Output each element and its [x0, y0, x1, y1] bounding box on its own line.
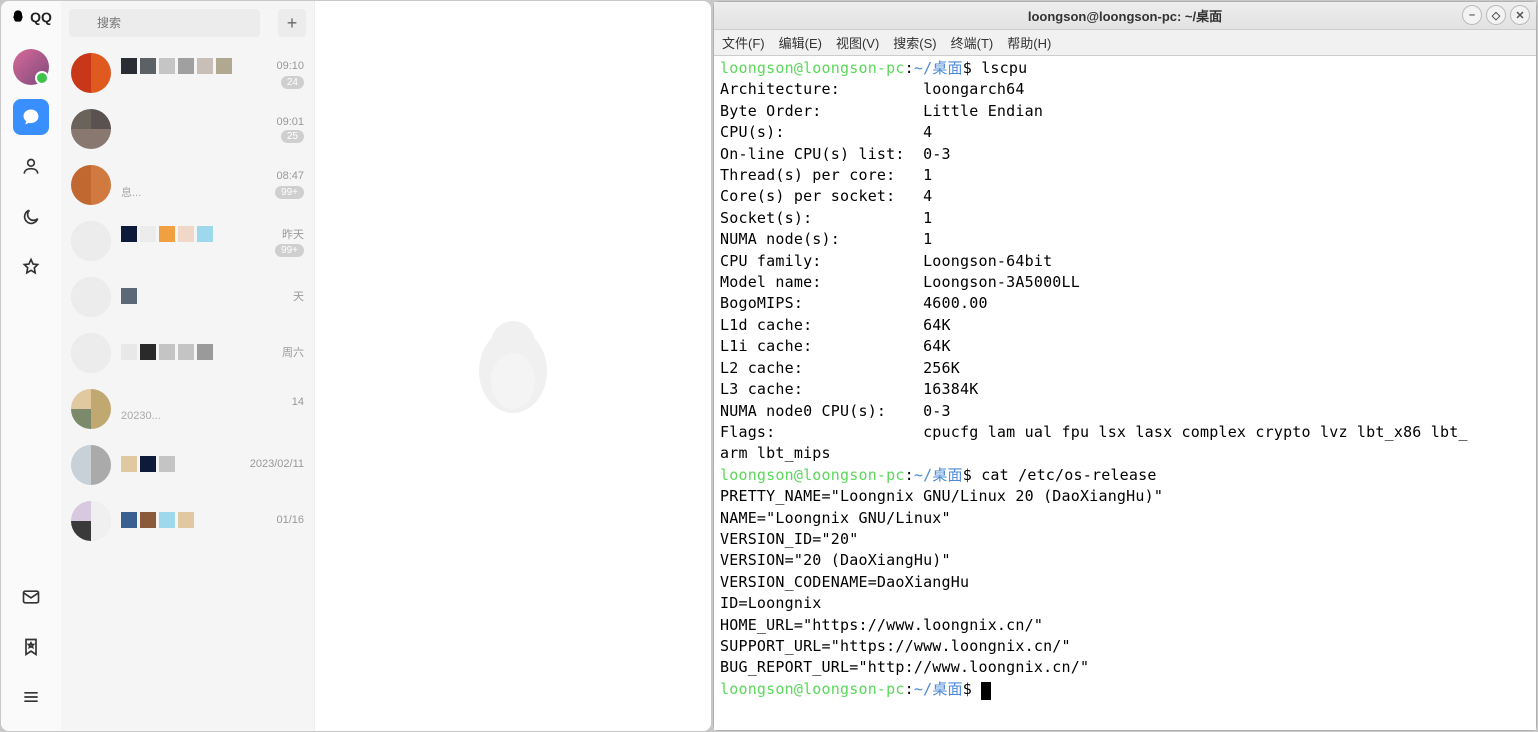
menu-item[interactable]: 视图(V)	[836, 33, 879, 52]
terminal-title: loongson@loongson-pc: ~/桌面	[1028, 6, 1222, 25]
unread-badge: 99+	[275, 244, 304, 257]
nav-messages[interactable]	[13, 99, 49, 135]
chat-time: 09:10	[276, 60, 304, 72]
chat-item[interactable]: 08:47 息... 99+	[61, 157, 314, 213]
chat-icon	[21, 107, 41, 127]
chat-name-placeholder	[121, 58, 232, 74]
chat-item[interactable]: 14 20230...	[61, 381, 314, 437]
chat-avatar	[71, 165, 111, 205]
menu-item[interactable]: 搜索(S)	[893, 33, 936, 52]
search-row: +	[61, 1, 314, 45]
unread-badge: 99+	[275, 186, 304, 199]
chat-item[interactable]: 09:01 25	[61, 101, 314, 157]
minimize-button[interactable]: –	[1462, 5, 1482, 25]
menu-item[interactable]: 终端(T)	[951, 33, 994, 52]
mail-icon	[21, 587, 41, 607]
chat-avatar	[71, 221, 111, 261]
chat-name-placeholder	[121, 288, 137, 304]
nav-menu[interactable]	[13, 679, 49, 715]
chat-name-placeholder	[121, 344, 213, 360]
terminal-window: loongson@loongson-pc: ~/桌面 – ◇ ✕ 文件(F) 编辑…	[713, 1, 1537, 731]
chat-name-placeholder	[121, 226, 213, 242]
chat-avatar	[71, 277, 111, 317]
chat-item[interactable]: 2023/02/11	[61, 437, 314, 493]
nav-bookmark[interactable]	[13, 629, 49, 665]
chat-preview: 20230...	[121, 410, 161, 422]
qq-sidebar: QQ	[1, 1, 61, 731]
chat-time: 01/16	[276, 514, 304, 526]
chat-avatar	[71, 389, 111, 429]
maximize-button[interactable]: ◇	[1486, 5, 1506, 25]
hamburger-icon	[21, 687, 41, 707]
chat-time: 2023/02/11	[250, 458, 304, 470]
app-title: QQ	[10, 9, 52, 25]
user-avatar[interactable]	[13, 49, 49, 85]
terminal-body[interactable]: loongson@loongson-pc:~/桌面$ lscpu Archite…	[714, 56, 1536, 730]
nav-mail[interactable]	[13, 579, 49, 615]
chat-avatar	[71, 501, 111, 541]
chat-preview: 息...	[121, 184, 141, 200]
chat-item[interactable]: 周六	[61, 325, 314, 381]
unread-badge: 25	[281, 130, 304, 143]
search-input[interactable]	[69, 9, 260, 37]
chat-avatar	[71, 53, 111, 93]
chat-time: 14	[292, 396, 304, 408]
chat-item[interactable]: 昨天 99+	[61, 213, 314, 269]
add-button[interactable]: +	[278, 9, 306, 37]
chat-name-placeholder	[121, 456, 175, 472]
terminal-titlebar[interactable]: loongson@loongson-pc: ~/桌面 – ◇ ✕	[714, 2, 1536, 30]
qq-main-empty	[315, 1, 711, 731]
chat-list[interactable]: 09:10 24 09:01 25 08:47 息... 99+ 昨天 99+ 天周六 14 2023…	[61, 45, 314, 731]
chat-item[interactable]: 09:10 24	[61, 45, 314, 101]
terminal-menubar: 文件(F) 编辑(E) 视图(V) 搜索(S) 终端(T) 帮助(H)	[714, 30, 1536, 56]
chat-item[interactable]: 天	[61, 269, 314, 325]
chat-avatar	[71, 109, 111, 149]
chat-time: 昨天	[282, 226, 304, 242]
star-icon	[21, 257, 41, 277]
unread-badge: 24	[281, 76, 304, 89]
penguin-placeholder-icon	[463, 311, 563, 421]
chat-item[interactable]: 01/16	[61, 493, 314, 549]
chat-time: 08:47	[276, 170, 304, 182]
menu-item[interactable]: 文件(F)	[722, 33, 765, 52]
chat-time: 09:01	[276, 116, 304, 128]
menu-item[interactable]: 帮助(H)	[1007, 33, 1051, 52]
nav-world[interactable]	[13, 199, 49, 235]
moon-icon	[21, 207, 41, 227]
chat-time: 周六	[282, 344, 304, 360]
menu-item[interactable]: 编辑(E)	[779, 33, 822, 52]
penguin-icon	[10, 9, 26, 25]
bookmark-star-icon	[21, 637, 41, 657]
nav-favorites[interactable]	[13, 249, 49, 285]
person-icon	[21, 157, 41, 177]
nav-contacts[interactable]	[13, 149, 49, 185]
chat-time: 天	[293, 288, 304, 304]
close-button[interactable]: ✕	[1510, 5, 1530, 25]
qq-window: QQ	[1, 1, 711, 731]
chat-list-panel: + 09:10 24 09:01 25 08:47 息... 99+ 昨天 99+ 天周六 14 20…	[61, 1, 315, 731]
chat-name-placeholder	[121, 512, 194, 528]
chat-avatar	[71, 333, 111, 373]
chat-avatar	[71, 445, 111, 485]
